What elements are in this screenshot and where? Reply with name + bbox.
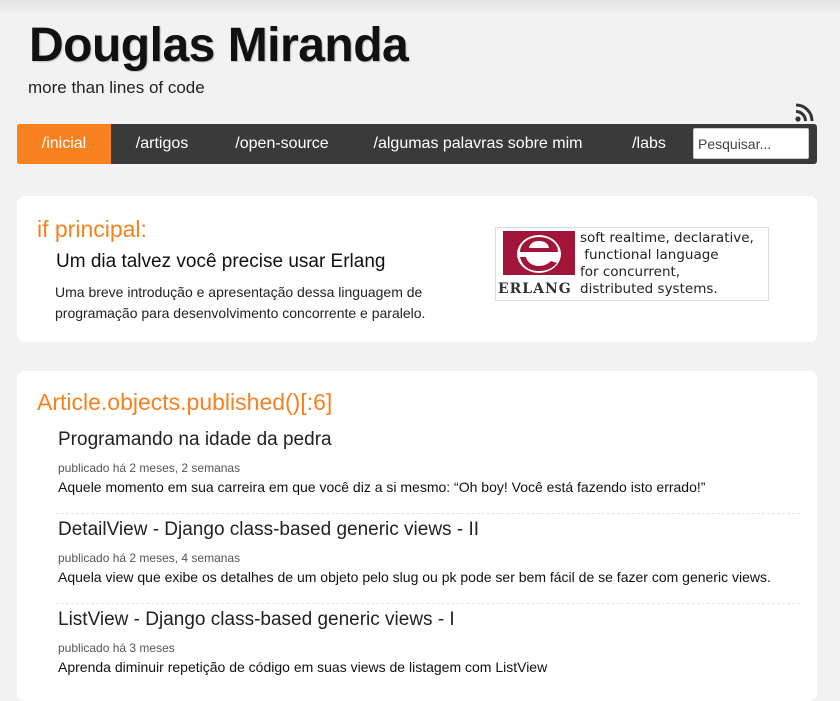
nav-item-sobre-mim[interactable]: /algumas palavras sobre mim xyxy=(363,124,593,164)
article-date: publicado há 3 meses xyxy=(58,641,175,655)
article-title[interactable]: ListView - Django class-based generic vi… xyxy=(58,609,455,631)
erlang-caption-line: distributed systems. xyxy=(580,281,718,297)
article-title[interactable]: DetailView - Django class-based generic … xyxy=(58,519,479,541)
articles-card: Article.objects.published()[:6] Programa… xyxy=(17,371,817,701)
article-divider xyxy=(56,603,800,604)
article-summary: Aquela view que exibe os detalhes de um … xyxy=(58,569,771,585)
article-title[interactable]: Programando na idade da pedra xyxy=(58,429,332,451)
article-divider xyxy=(56,513,800,514)
top-shade xyxy=(0,0,840,14)
site-tagline: more than lines of code xyxy=(28,78,205,97)
search-input[interactable] xyxy=(693,128,809,159)
erlang-caption-line: for concurrent, xyxy=(580,264,681,280)
nav-item-labs[interactable]: /labs xyxy=(623,124,675,164)
featured-article-title[interactable]: Um dia talvez você precise usar Erlang xyxy=(56,251,385,273)
nav-item-artigos[interactable]: /artigos xyxy=(111,124,213,164)
article-date: publicado há 2 meses, 4 semanas xyxy=(58,551,241,565)
featured-article-description: Uma breve introdução e apresentação dess… xyxy=(55,284,426,321)
erlang-image[interactable]: e ERLANG soft realtime, declarative, fun… xyxy=(495,227,769,301)
article-summary: Aprenda diminuir repetição de código em … xyxy=(58,659,548,675)
erlang-caption: soft realtime, declarative, functional l… xyxy=(580,230,754,298)
erlang-logo-word: ERLANG xyxy=(498,281,572,297)
article-date: publicado há 2 meses, 2 semanas xyxy=(58,461,241,475)
site-title[interactable]: Douglas Miranda xyxy=(29,18,409,73)
articles-heading: Article.objects.published()[:6] xyxy=(37,389,333,415)
main-nav: /inicial /artigos /open-source /algumas … xyxy=(17,124,817,164)
nav-item-open-source[interactable]: /open-source xyxy=(217,124,347,164)
erlang-caption-line: soft realtime, declarative, xyxy=(580,230,754,246)
article-summary: Aquele momento em sua carreira em que vo… xyxy=(58,479,706,495)
rss-icon[interactable] xyxy=(795,102,815,122)
featured-card: if principal: Um dia talvez você precise… xyxy=(17,196,817,342)
erlang-caption-line: functional language xyxy=(580,247,719,263)
featured-heading: if principal: xyxy=(37,216,147,242)
erlang-logo-icon: e xyxy=(499,231,579,275)
nav-item-inicial[interactable]: /inicial xyxy=(17,124,111,164)
